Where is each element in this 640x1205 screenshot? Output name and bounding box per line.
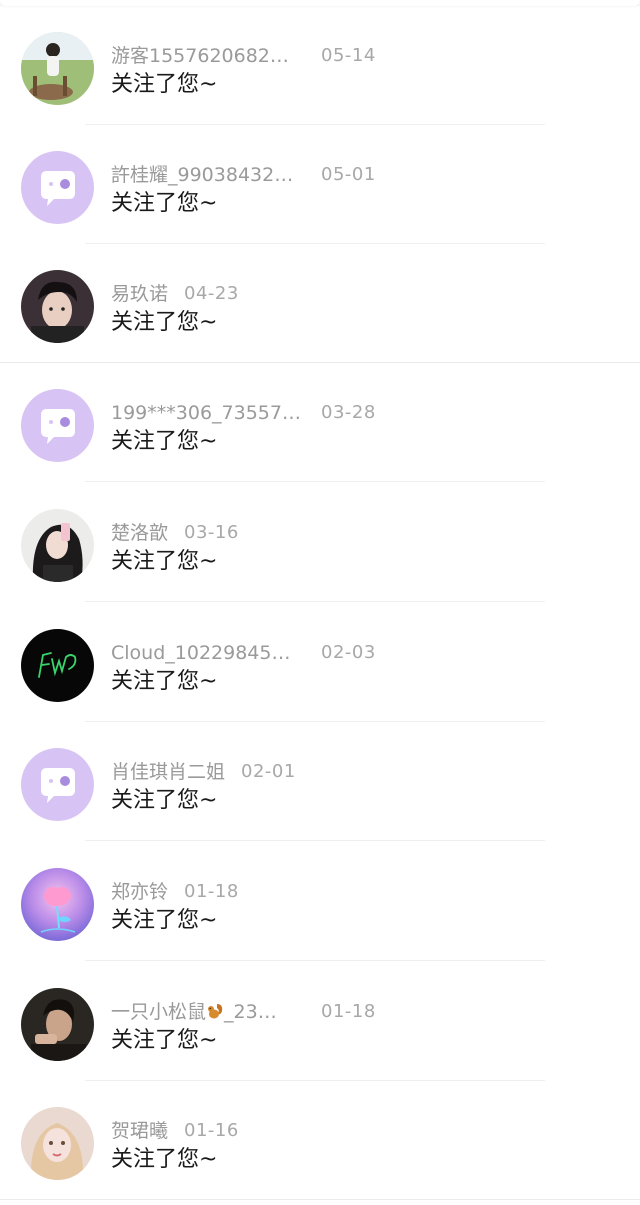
list-item[interactable]: 肖佳琪肖二姐 02-01 关注了您~ xyxy=(0,722,640,841)
user-name[interactable]: 一只小松鼠 _23… xyxy=(111,1000,301,1024)
default-chat-bubble-avatar-icon[interactable] xyxy=(21,748,94,821)
photo-man-dark-avatar-icon[interactable] xyxy=(21,988,94,1061)
list-item[interactable]: Cloud_10229845… 02-03 关注了您~ xyxy=(0,603,640,722)
notification-time: 01-18 xyxy=(321,1001,376,1022)
notification-message: 关注了您~ xyxy=(111,191,218,216)
notification-message: 关注了您~ xyxy=(111,669,218,694)
black-signature-avatar-icon[interactable] xyxy=(21,629,94,702)
notification-header: 易玖诺 04-23 xyxy=(111,282,411,306)
notification-time: 05-01 xyxy=(321,164,376,185)
notification-message: 关注了您~ xyxy=(111,310,218,335)
notification-header: 游客1557620682… 05-14 xyxy=(111,44,411,68)
notification-message: 关注了您~ xyxy=(111,72,218,97)
default-chat-bubble-avatar-icon[interactable] xyxy=(21,151,94,224)
notification-time: 01-16 xyxy=(184,1120,239,1141)
default-chat-bubble-avatar-icon[interactable] xyxy=(21,389,94,462)
notification-time: 01-18 xyxy=(184,881,239,902)
notification-header: 贺珺曦 01-16 xyxy=(111,1119,411,1143)
user-name[interactable]: 許桂耀_99038432… xyxy=(111,163,301,187)
user-name[interactable]: Cloud_10229845… xyxy=(111,641,301,665)
list-item[interactable]: 楚洛歆 03-16 关注了您~ xyxy=(0,483,640,602)
user-name[interactable]: 贺珺曦 xyxy=(111,1119,168,1143)
notification-header: 楚洛歆 03-16 xyxy=(111,521,411,545)
notification-header: 許桂耀_99038432… 05-01 xyxy=(111,163,411,187)
notification-message: 关注了您~ xyxy=(111,1028,218,1053)
list-item[interactable]: 許桂耀_99038432… 05-01 关注了您~ xyxy=(0,125,640,244)
notification-time: 03-28 xyxy=(321,402,376,423)
notification-time: 04-23 xyxy=(184,283,239,304)
notification-time: 02-01 xyxy=(241,761,296,782)
notification-time: 02-03 xyxy=(321,642,376,663)
divider xyxy=(85,840,545,841)
notification-time: 03-16 xyxy=(184,522,239,543)
notification-message: 关注了您~ xyxy=(111,908,218,933)
divider xyxy=(85,601,545,602)
notification-header: 肖佳琪肖二姐 02-01 xyxy=(111,760,411,784)
notification-message: 关注了您~ xyxy=(111,1147,218,1172)
notification-header: Cloud_10229845… 02-03 xyxy=(111,641,411,665)
list-item[interactable]: 游客1557620682… 05-14 关注了您~ xyxy=(0,6,640,125)
photo-person-with-deer-avatar-icon[interactable] xyxy=(21,32,94,105)
user-name[interactable]: 游客1557620682… xyxy=(111,44,301,68)
user-name[interactable]: 199***306_73557… xyxy=(111,401,301,425)
notification-message: 关注了您~ xyxy=(111,429,218,454)
photo-blonde-girl-avatar-icon[interactable] xyxy=(21,1107,94,1180)
notification-header: 199***306_73557… 03-28 xyxy=(111,401,411,425)
divider xyxy=(0,1199,640,1200)
list-item[interactable]: 贺珺曦 01-16 关注了您~ xyxy=(0,1081,640,1200)
notification-time: 05-14 xyxy=(321,45,376,66)
divider xyxy=(85,960,545,961)
notification-message: 关注了您~ xyxy=(111,788,218,813)
squirrel-icon xyxy=(208,1004,223,1019)
photo-girl-selfie-avatar-icon[interactable] xyxy=(21,509,94,582)
list-item[interactable]: 郑亦铃 01-18 关注了您~ xyxy=(0,842,640,961)
notification-header: 郑亦铃 01-18 xyxy=(111,880,411,904)
list-item[interactable]: 一只小松鼠 _23… 01-18 关注了您~ xyxy=(0,962,640,1081)
list-item[interactable]: 易玖诺 04-23 关注了您~ xyxy=(0,244,640,363)
user-name[interactable]: 郑亦铃 xyxy=(111,880,168,904)
divider xyxy=(85,481,545,482)
list-item[interactable]: 199***306_73557… 03-28 关注了您~ xyxy=(0,363,640,482)
notification-header: 一只小松鼠 _23… 01-18 xyxy=(111,1000,411,1024)
user-name[interactable]: 楚洛歆 xyxy=(111,521,168,545)
user-name[interactable]: 易玖诺 xyxy=(111,282,168,306)
glowing-rose-avatar-icon[interactable] xyxy=(21,868,94,941)
user-name[interactable]: 肖佳琪肖二姐 xyxy=(111,760,225,784)
notification-message: 关注了您~ xyxy=(111,549,218,574)
photo-young-man-avatar-icon[interactable] xyxy=(21,270,94,343)
